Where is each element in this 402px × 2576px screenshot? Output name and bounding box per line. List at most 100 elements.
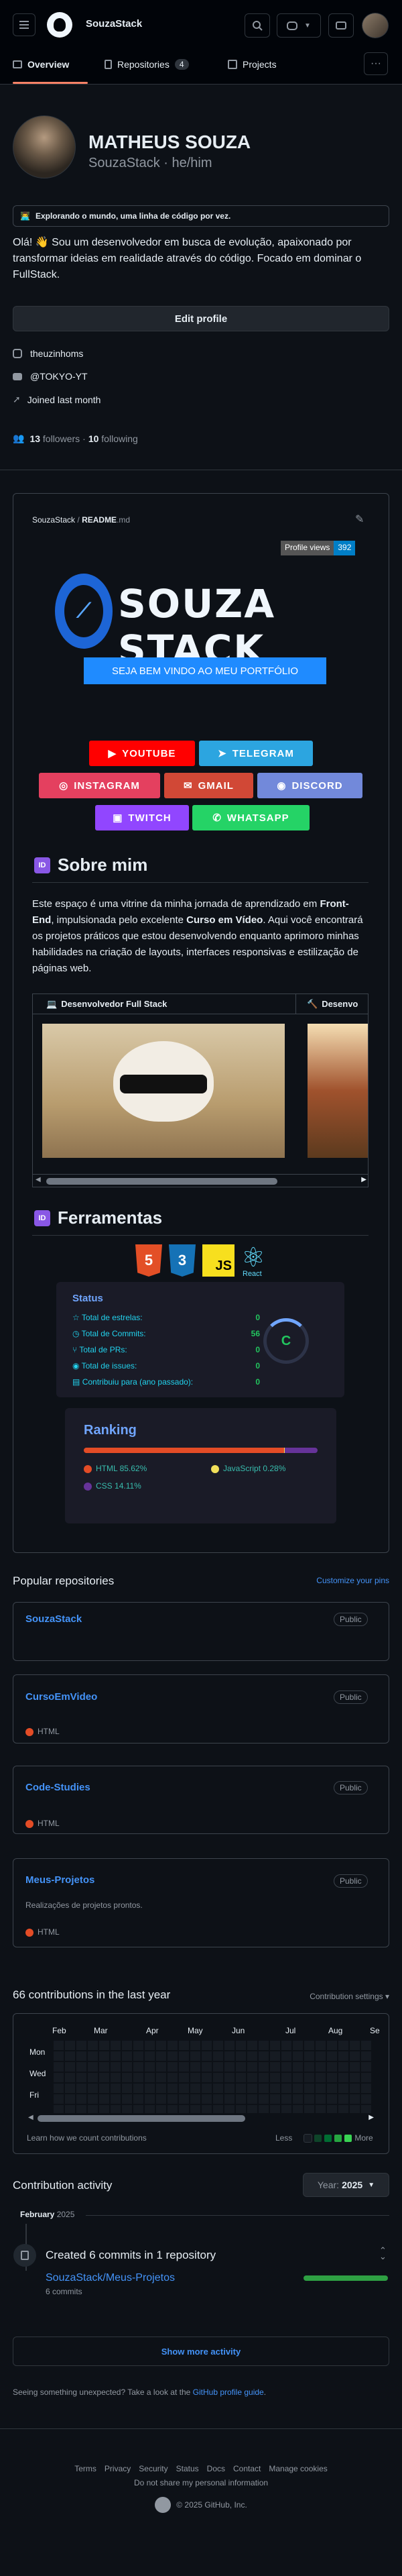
repo-name-4[interactable]: Meus-Projetos (25, 1874, 94, 1886)
tab-overview[interactable]: Overview (13, 52, 69, 76)
readme-ext: .md (117, 515, 131, 525)
about-heading: Sobre mim (58, 855, 148, 875)
month-apr: Apr (146, 2026, 159, 2035)
stat-commits-label: Total de Commits: (81, 1329, 146, 1338)
table-scrollbar[interactable]: ◀ ▶ (33, 1174, 368, 1187)
instagram-link[interactable]: theuzinhoms (30, 348, 83, 359)
youtube-badge[interactable]: ▶ YOUTUBE (89, 741, 195, 766)
repo-count-badge: 4 (174, 59, 189, 70)
graph-scrollbar[interactable]: ◀ ▶ (27, 2113, 375, 2124)
search-button[interactable] (245, 13, 270, 38)
month-feb: Feb (52, 2026, 66, 2035)
edit-readme-button[interactable]: ✎ (355, 513, 370, 527)
legend-4 (344, 2134, 352, 2142)
repo-name-3[interactable]: Code-Studies (25, 1782, 90, 1793)
legend-2 (324, 2134, 332, 2142)
joined-row: ➚ Joined last month (13, 394, 100, 405)
unexpected-text: Seeing something unexpected? Take a look… (13, 2387, 193, 2397)
footer-status[interactable]: Status (176, 2464, 199, 2473)
book-icon (13, 60, 22, 68)
graph-scroll-right[interactable]: ▶ (368, 2114, 374, 2121)
discord-badge-label: DISCORD (291, 780, 343, 792)
ranking-title: Ranking (84, 1423, 137, 1438)
status-text: Explorando o mundo, uma linha de código … (35, 211, 231, 221)
menu-button[interactable] (13, 13, 36, 36)
copilot-button[interactable]: ▼ (277, 13, 321, 38)
header-avatar[interactable] (362, 13, 389, 38)
learn-contributions-link[interactable]: Learn how we count contributions (27, 2133, 147, 2143)
twitch-badge[interactable]: ▣ TWITCH (95, 805, 189, 830)
gmail-badge[interactable]: ✉ GMAIL (164, 773, 253, 798)
year-label: Year: (317, 2180, 340, 2190)
whatsapp-badge-label: WHATSAPP (226, 812, 289, 824)
copilot-icon (287, 21, 298, 30)
gmail-badge-label: GMAIL (198, 780, 234, 792)
show-more-button[interactable]: Show more activity (13, 2337, 389, 2366)
activity-event[interactable]: Created 6 commits in 1 repository (46, 2249, 216, 2262)
activity-repo-link[interactable]: SouzaStack/Meus-Projetos (46, 2272, 175, 2284)
telegram-badge[interactable]: ➤ TELEGRAM (199, 741, 313, 766)
stats-title: Status (72, 1293, 103, 1304)
footer-security[interactable]: Security (139, 2464, 168, 2473)
legend-3 (334, 2134, 342, 2142)
following-link[interactable]: 10 following (88, 433, 138, 444)
instagram-badge[interactable]: ◎ INSTAGRAM (39, 773, 160, 798)
youtube-link[interactable]: @TOKYO-YT (30, 371, 88, 382)
graph-scroll-thumb[interactable] (38, 2115, 245, 2122)
footer-cookies[interactable]: Manage cookies (269, 2464, 327, 2473)
scroll-thumb[interactable] (46, 1178, 277, 1185)
bar-css (284, 1448, 318, 1453)
year-dropdown[interactable]: Year: 2025 ▼ (303, 2173, 389, 2197)
day-fri: Fri (29, 2090, 39, 2100)
footer-privacy[interactable]: Privacy (105, 2464, 131, 2473)
repo-desc-4: Realizações de projetos prontos. (25, 1900, 143, 1910)
profile-guide-note: Seeing something unexpected? Take a look… (13, 2387, 266, 2397)
do-not-share-link[interactable]: Do not share my personal information (0, 2478, 402, 2487)
tab-overview-label: Overview (27, 59, 70, 70)
about-text: Este espaço é uma vitrine da minha jorna… (32, 896, 368, 977)
expand-icon[interactable]: ⌃ ⌄ (379, 2246, 387, 2261)
discord-badge[interactable]: ◉ DISCORD (257, 773, 362, 798)
stat-row-contrib: ▤ Contribuiu para (ano passado): 0 (72, 1374, 260, 1390)
about-text-2: , impulsionada pelo excelente (51, 914, 187, 926)
tab-projects-label: Projects (243, 59, 277, 70)
repo-lang-3-label: HTML (38, 1819, 60, 1828)
lang-css: CSS 14.11% (84, 1481, 211, 1491)
html-lang-dot (25, 1928, 34, 1937)
contribution-settings[interactable]: Contribution settings ▾ (310, 1992, 389, 2001)
lang-html: HTML 85.62% (84, 1464, 211, 1473)
profile-guide-link[interactable]: GitHub profile guide (193, 2387, 264, 2397)
footer-terms[interactable]: Terms (74, 2464, 96, 2473)
profile-avatar[interactable] (13, 115, 76, 178)
tab-repositories[interactable]: Repositories 4 (105, 52, 189, 76)
views-label: Profile views (281, 541, 334, 555)
status-box[interactable]: 👨‍💻 Explorando o mundo, uma linha de cód… (13, 205, 389, 227)
activity-commits[interactable]: 6 commits (46, 2287, 82, 2296)
repo-name-1[interactable]: SouzaStack (25, 1613, 82, 1625)
react-label: React (243, 1270, 262, 1278)
scroll-right-arrow[interactable]: ▶ (361, 1176, 366, 1183)
more-tabs-button[interactable]: ··· (364, 52, 388, 75)
repo-name-2[interactable]: CursoEmVideo (25, 1691, 97, 1703)
header-title[interactable]: SouzaStack (86, 18, 142, 30)
graph-scroll-left[interactable]: ◀ (28, 2114, 34, 2121)
edit-profile-button[interactable]: Edit profile (13, 306, 389, 331)
tab-projects[interactable]: Projects (228, 52, 277, 76)
footer-contact[interactable]: Contact (233, 2464, 261, 2473)
stat-issues-value: 0 (255, 1361, 260, 1371)
footer-divider (0, 2428, 402, 2429)
readme-owner[interactable]: SouzaStack (32, 515, 75, 525)
rocket-icon: ➚ (13, 394, 21, 405)
whatsapp-badge[interactable]: ✆ WHATSAPP (192, 805, 310, 830)
customize-pins-link[interactable]: Customize your pins (316, 1576, 389, 1585)
footer-brand: © 2025 GitHub, Inc. (0, 2497, 402, 2513)
lang-html-name: HTML (96, 1464, 118, 1473)
followers-link[interactable]: 13 followers (29, 433, 80, 444)
twitch-badge-icon: ▣ (113, 812, 123, 824)
guide-period: . (263, 2387, 267, 2397)
inbox-button[interactable] (328, 13, 354, 38)
footer-docs[interactable]: Docs (207, 2464, 225, 2473)
scroll-left-arrow[interactable]: ◀ (36, 1176, 41, 1183)
readme-path: SouzaStack / README.md (32, 515, 130, 525)
github-footer-icon[interactable] (155, 2497, 172, 2513)
